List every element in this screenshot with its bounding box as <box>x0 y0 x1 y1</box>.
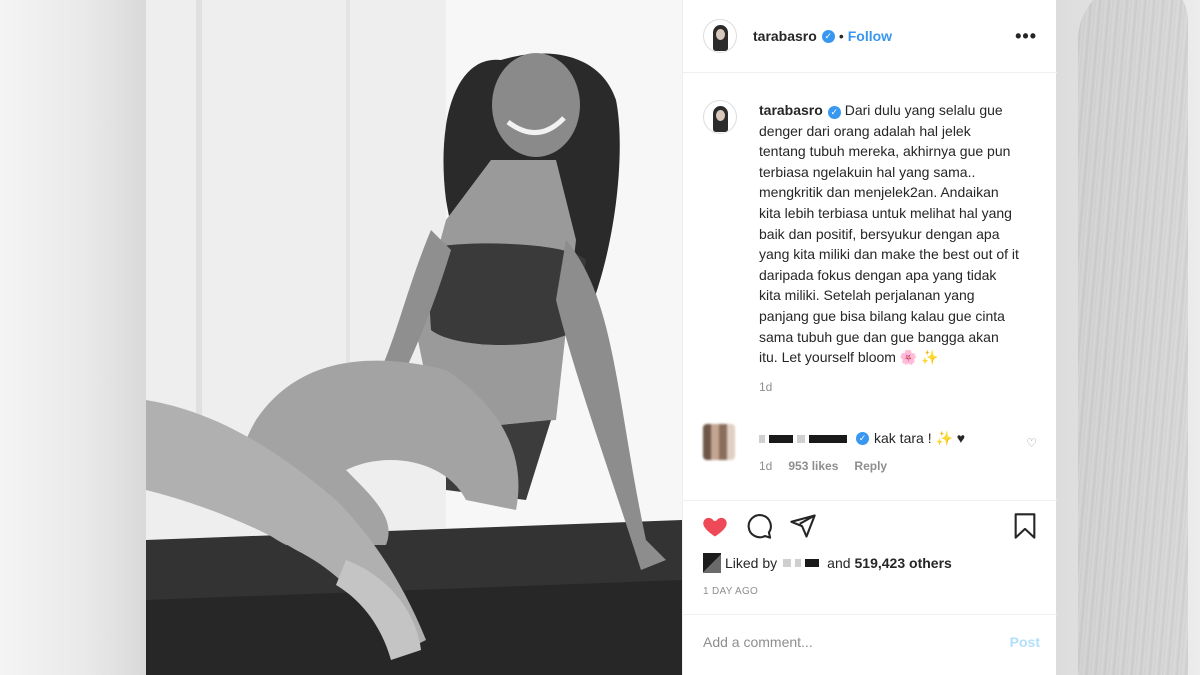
separator-dot: • <box>838 28 844 44</box>
divider <box>683 500 1057 501</box>
background-left <box>0 0 146 675</box>
comment-likes[interactable]: 953 likes <box>788 459 838 473</box>
redacted-name <box>759 434 765 443</box>
post-photo[interactable]: › <box>146 0 682 675</box>
commenter-avatar[interactable] <box>703 424 735 460</box>
comment-line: ✓ kak tara ! ✨ ♥ <box>759 424 1043 447</box>
caption-body: Dari dulu yang selalu gue denger dari or… <box>759 102 1019 366</box>
bookmark-icon[interactable] <box>1011 512 1039 540</box>
verified-icon: ✓ <box>821 29 835 43</box>
caption-text: tarabasro ✓ Dari dulu yang selalu gue den… <box>759 100 1043 368</box>
avatar[interactable] <box>703 19 737 53</box>
caption-time[interactable]: 1d <box>759 380 1043 394</box>
instagram-post-screenshot: › tarabasro ✓ • Follow ••• tarabasro ✓ Da… <box>0 0 1200 675</box>
verified-icon: ✓ <box>856 432 869 445</box>
post-header: tarabasro ✓ • Follow ••• <box>683 0 1057 73</box>
caption-username[interactable]: tarabasro <box>759 102 823 118</box>
likes-summary: Liked by and 519,423 others <box>703 553 952 573</box>
redacted-name <box>797 434 805 443</box>
comment: ✓ kak tara ! ✨ ♥ 1d 953 likes Reply ♡ <box>703 424 1043 473</box>
heart-filled-icon[interactable] <box>701 512 729 540</box>
share-icon[interactable] <box>789 512 817 540</box>
comment-time[interactable]: 1d <box>759 459 772 473</box>
follow-button[interactable]: Follow <box>848 28 892 44</box>
post-comment-button[interactable]: Post <box>1010 634 1040 650</box>
redacted-name <box>795 559 802 567</box>
divider <box>683 614 1057 615</box>
verified-icon: ✓ <box>827 105 841 119</box>
photo-illustration <box>146 0 682 675</box>
reply-button[interactable]: Reply <box>854 459 887 473</box>
redacted-name <box>809 434 847 443</box>
action-bar <box>701 512 1041 548</box>
post-date[interactable]: 1 DAY AGO <box>703 586 758 597</box>
redacted-name <box>769 434 793 443</box>
comment-meta: 1d 953 likes Reply <box>759 459 1043 473</box>
comment-input[interactable]: Add a comment... <box>703 634 813 650</box>
redacted-name <box>805 559 820 567</box>
liker-avatars[interactable] <box>703 553 721 573</box>
likes-count[interactable]: 519,423 others <box>855 555 952 571</box>
likes-conjunction: and <box>827 555 851 571</box>
liked-by-prefix: Liked by <box>725 555 778 571</box>
background-right <box>1056 0 1200 675</box>
background-hair <box>1078 0 1188 675</box>
caption-avatar[interactable] <box>703 100 737 134</box>
redacted-name <box>783 559 792 567</box>
caption: tarabasro ✓ Dari dulu yang selalu gue den… <box>703 100 1043 394</box>
more-icon[interactable]: ••• <box>1015 26 1037 47</box>
comment-heart-icon[interactable]: ♡ <box>1026 436 1037 450</box>
comment-text: kak tara ! ✨ ♥ <box>874 430 966 446</box>
post-panel: tarabasro ✓ • Follow ••• tarabasro ✓ Dari… <box>682 0 1057 675</box>
comment-icon[interactable] <box>745 512 773 540</box>
username-link[interactable]: tarabasro <box>753 28 817 44</box>
